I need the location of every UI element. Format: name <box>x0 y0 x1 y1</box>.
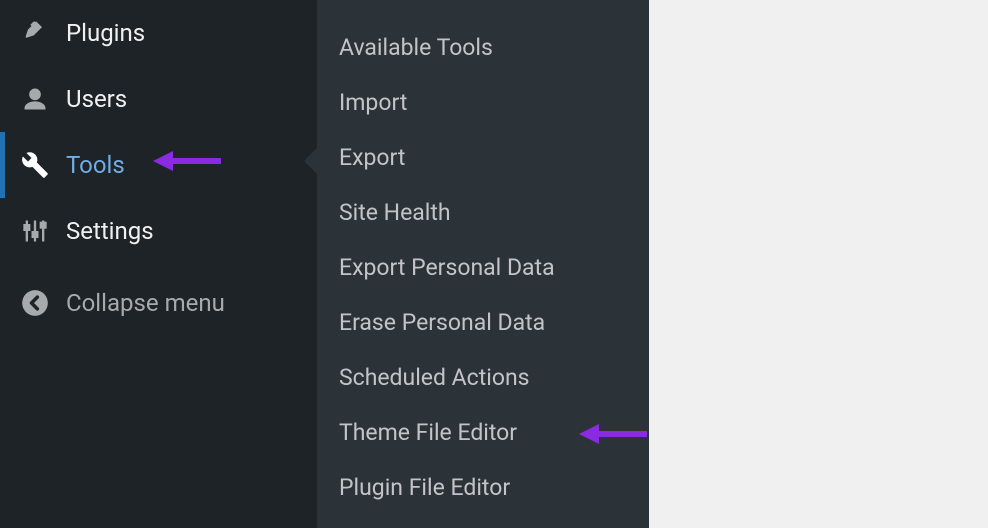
submenu-item-theme-file-editor[interactable]: Theme File Editor <box>317 405 649 460</box>
tools-icon <box>20 150 50 180</box>
sidebar-item-settings[interactable]: Settings <box>0 198 317 264</box>
sidebar-item-label: Settings <box>66 217 154 245</box>
submenu-item-scheduled-actions[interactable]: Scheduled Actions <box>317 350 649 405</box>
sidebar-item-label: Tools <box>66 151 125 179</box>
content-area <box>649 0 988 528</box>
submenu-item-export-personal-data[interactable]: Export Personal Data <box>317 240 649 295</box>
submenu-item-export[interactable]: Export <box>317 130 649 185</box>
submenu-item-erase-personal-data[interactable]: Erase Personal Data <box>317 295 649 350</box>
sidebar-item-label: Plugins <box>66 19 145 47</box>
sidebar-item-users[interactable]: Users <box>0 66 317 132</box>
sidebar-item-plugins[interactable]: Plugins <box>0 0 317 66</box>
submenu-item-plugin-file-editor[interactable]: Plugin File Editor <box>317 460 649 515</box>
admin-sidebar: Plugins Users Tools <box>0 0 317 528</box>
collapse-label: Collapse menu <box>66 289 225 317</box>
plugin-icon <box>20 18 50 48</box>
sidebar-item-label: Users <box>66 85 127 113</box>
submenu-item-import[interactable]: Import <box>317 75 649 130</box>
collapse-menu-button[interactable]: Collapse menu <box>0 270 317 336</box>
users-icon <box>20 84 50 114</box>
submenu-item-available-tools[interactable]: Available Tools <box>317 20 649 75</box>
collapse-icon <box>20 288 50 318</box>
tools-submenu: Available Tools Import Export Site Healt… <box>317 0 649 528</box>
submenu-item-site-health[interactable]: Site Health <box>317 185 649 240</box>
sidebar-item-tools[interactable]: Tools <box>0 132 317 198</box>
settings-icon <box>20 216 50 246</box>
